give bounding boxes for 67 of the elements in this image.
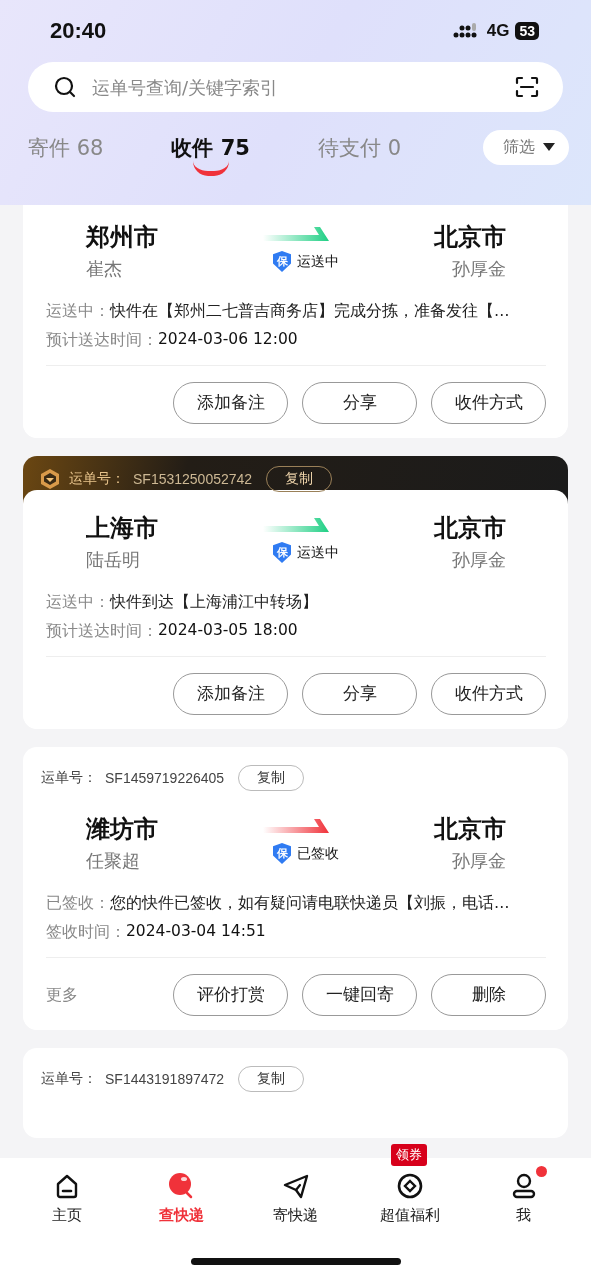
nav-tab[interactable]: 我 bbox=[466, 1158, 581, 1280]
origin-city: 上海市 bbox=[86, 513, 158, 544]
time-value: 2024-03-05 18:00 bbox=[158, 621, 298, 641]
battery-indicator: 53 bbox=[515, 22, 539, 40]
nav-tab[interactable]: 寄快递 bbox=[238, 1158, 353, 1280]
route-arrow-icon bbox=[263, 225, 329, 241]
tracking-update: 已签收：您的快件已签收，如有疑问请电联快递员【刘振，电话… bbox=[46, 893, 511, 914]
insured-badge: 保 bbox=[273, 542, 291, 563]
action-button[interactable]: 分享 bbox=[302, 673, 417, 715]
waybill-number: SF1459719226405 bbox=[105, 770, 225, 786]
signal-icon bbox=[452, 23, 479, 39]
destination-city: 北京市 bbox=[434, 222, 506, 253]
copy-button[interactable]: 复制 bbox=[238, 1066, 305, 1092]
waybill-label: 运单号： bbox=[69, 470, 125, 488]
more-link[interactable]: 更多 bbox=[46, 984, 78, 1006]
filter-button[interactable]: 筛选 bbox=[483, 129, 569, 165]
caret-icon bbox=[543, 143, 555, 151]
recipient-name: 孙厚金 bbox=[452, 849, 506, 873]
tracking-update: 运送中：快件在【郑州二七普吉商务店】完成分拣，准备发往【… bbox=[46, 301, 511, 322]
waybill-number: SF1443191897472 bbox=[105, 1071, 225, 1087]
sender-name: 任聚超 bbox=[86, 849, 141, 873]
action-button[interactable]: 评价打赏 bbox=[173, 974, 288, 1016]
route-arrow-icon bbox=[263, 516, 329, 532]
time-label: 预计送达时间： bbox=[46, 330, 158, 351]
action-button[interactable]: 添加备注 bbox=[173, 673, 288, 715]
waybill-label: 运单号： bbox=[41, 1070, 97, 1088]
action-button[interactable]: 收件方式 bbox=[431, 382, 546, 424]
waybill-number: SF1531250052742 bbox=[133, 471, 253, 487]
route-arrow-icon bbox=[263, 817, 329, 833]
insured-badge: 保 bbox=[273, 843, 291, 864]
waybill-label: 运单号： bbox=[41, 769, 97, 787]
tab[interactable]: 收件 75 bbox=[171, 128, 250, 176]
coin-icon bbox=[395, 1172, 424, 1200]
tracking-update: 运送中：快件到达【上海浦江中转场】 bbox=[46, 592, 319, 613]
time-value: 2024-03-06 12:00 bbox=[158, 330, 298, 350]
action-button[interactable]: 添加备注 bbox=[173, 382, 288, 424]
search-icon bbox=[54, 76, 76, 98]
sender-name: 崔杰 bbox=[86, 257, 123, 281]
time-label: 签收时间： bbox=[46, 922, 126, 943]
insured-badge: 保 bbox=[273, 251, 291, 272]
scan-icon[interactable] bbox=[515, 76, 539, 98]
paper-plane-icon bbox=[281, 1172, 310, 1200]
search-field[interactable]: 运单号查询/关键字索引 bbox=[90, 75, 515, 99]
destination-city: 北京市 bbox=[434, 814, 506, 845]
status-time: 20:40 bbox=[50, 18, 108, 44]
nav-tab[interactable]: 查快递 bbox=[124, 1158, 239, 1280]
destination-city: 北京市 bbox=[434, 513, 506, 544]
nav-tab[interactable]: 主页 bbox=[10, 1158, 125, 1280]
search-bar[interactable]: 运单号查询/关键字索引 bbox=[28, 62, 563, 112]
shipment-status: 运送中 bbox=[297, 252, 339, 271]
copy-button[interactable]: 复制 bbox=[238, 765, 305, 791]
action-button[interactable]: 收件方式 bbox=[431, 673, 546, 715]
recipient-name: 孙厚金 bbox=[452, 257, 506, 281]
network-label: 4G bbox=[486, 21, 510, 41]
time-value: 2024-03-04 14:51 bbox=[126, 922, 266, 942]
time-label: 预计送达时间： bbox=[46, 621, 158, 642]
shipment-status: 运送中 bbox=[297, 543, 339, 562]
sender-name: 陆岳明 bbox=[86, 548, 141, 572]
action-button[interactable]: 分享 bbox=[302, 382, 417, 424]
recipient-name: 孙厚金 bbox=[452, 548, 506, 572]
coupon-badge: 领券 bbox=[390, 1144, 427, 1166]
origin-city: 潍坊市 bbox=[86, 814, 158, 845]
diamond-badge-icon bbox=[39, 468, 61, 490]
origin-city: 郑州市 bbox=[86, 222, 158, 253]
shipment-status: 已签收 bbox=[297, 844, 339, 863]
action-button[interactable]: 删除 bbox=[431, 974, 546, 1016]
action-button[interactable]: 一键回寄 bbox=[302, 974, 417, 1016]
